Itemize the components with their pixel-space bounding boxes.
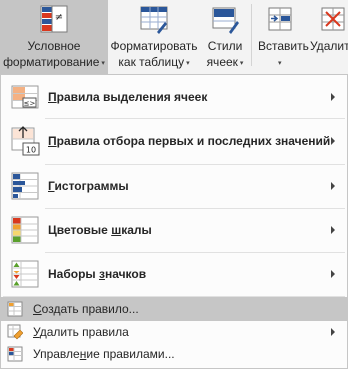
menu-item-label: Наборы значков [48,267,147,281]
menu-item-highlight-cells-rules[interactable]: ≤> Правила выделения ячеек [1,77,347,117]
menu-item-top-bottom-rules[interactable]: 10 Правила отбора первых и последних зна… [1,119,347,163]
icon-sets-icon [11,260,39,288]
delete-cells-button[interactable]: Удалит [308,0,348,74]
format-as-table-button[interactable]: Форматировать как таблицу ▾ [108,0,200,74]
conditional-formatting-menu: ≤> Правила выделения ячеек 10 Правила от… [0,74,348,369]
cell-styles-icon [212,7,239,34]
menu-item-label: Цветовые шкалы [48,223,152,237]
submenu-arrow-icon [331,226,335,234]
menu-item-label: Правила отбора первых и последних значен… [48,134,331,148]
cell-styles-button[interactable]: Стили ячеек ▾ [200,0,250,74]
menu-item-new-rule[interactable]: Создать правило... [1,297,347,321]
submenu-arrow-icon [331,137,335,145]
menu-item-icon-sets[interactable]: Наборы значков [1,253,347,295]
clear-rules-icon [7,324,23,340]
svg-text:≤>: ≤> [24,100,36,108]
svg-text:≠: ≠ [55,12,63,23]
submenu-arrow-icon [331,270,335,278]
chevron-down-icon: ▾ [186,60,190,67]
highlight-cells-rules-icon: ≤> [11,85,39,109]
data-bars-icon [11,172,39,200]
chevron-down-icon: ▾ [239,60,244,67]
cell-styles-label: Стили ячеек ▾ [206,39,244,69]
menu-item-manage-rules[interactable]: Управление правилами... [1,343,347,365]
chevron-down-icon: ▾ [101,60,105,67]
submenu-arrow-icon [331,182,335,190]
menu-item-label: Создать правило... [33,302,139,316]
manage-rules-icon [7,346,23,362]
format-as-table-label: Форматировать как таблицу ▾ [110,39,198,69]
conditional-formatting-icon: ≠ [40,5,68,33]
ribbon: ≠ Условное форматирование ▾ Форматировать… [0,0,348,80]
menu-item-label: Гистограммы [48,179,129,193]
chevron-down-icon: ▾ [278,60,282,67]
conditional-formatting-label: Условное форматирование ▾ [3,39,105,69]
color-scales-icon [11,216,39,244]
conditional-formatting-button[interactable]: ≠ Условное форматирование ▾ [0,0,108,74]
insert-cells-icon [268,7,292,31]
delete-label: Удалит [310,39,348,53]
insert-label: Вставить ▾ [258,39,309,67]
new-rule-icon [7,301,23,317]
menu-item-color-scales[interactable]: Цветовые шкалы [1,209,347,251]
menu-item-clear-rules[interactable]: Удалить правила [1,321,347,343]
format-as-table-icon [140,6,168,34]
menu-item-label: Правила выделения ячеек [48,90,208,104]
svg-text:10: 10 [26,146,36,155]
delete-cells-icon [321,7,345,31]
insert-cells-button[interactable]: Вставить ▾ [252,0,309,74]
submenu-arrow-icon [331,93,335,101]
submenu-arrow-icon [331,328,335,336]
top-bottom-rules-icon: 10 [11,126,40,156]
menu-item-label: Удалить правила [33,325,129,339]
menu-item-data-bars[interactable]: Гистограммы [1,165,347,207]
menu-item-label: Управление правилами... [33,347,175,361]
